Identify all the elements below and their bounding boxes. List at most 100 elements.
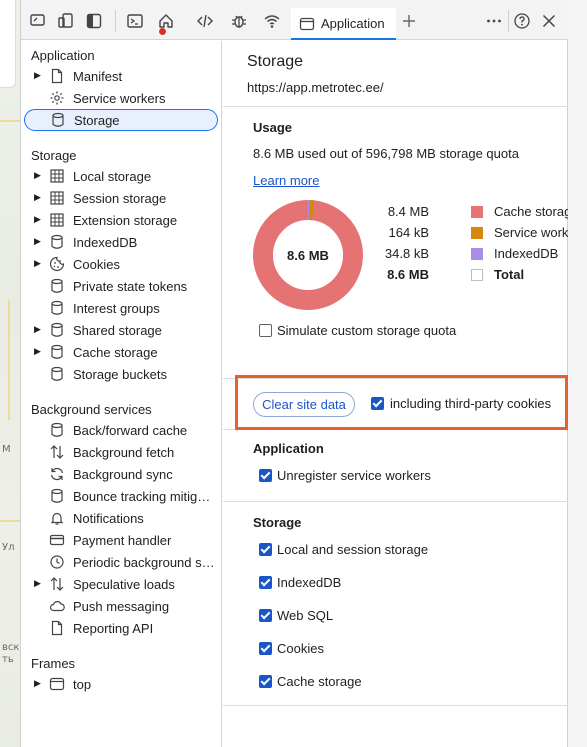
bug-icon[interactable] [230,12,248,30]
sidebar-item-shared-storage[interactable]: ▶ Shared storage [21,319,221,341]
grid-icon [49,212,65,228]
usage-title: Usage [253,120,293,135]
database-icon [49,488,65,504]
clear-local-and-session-storage-checkbox[interactable] [259,543,272,556]
sidebar-item-notifications[interactable]: Notifications [21,507,221,529]
up-down-arrows-icon [49,444,65,460]
legend-name: Cache storage [494,204,579,219]
file-icon [49,620,65,636]
clear-indexeddb-label: IndexedDB [277,575,342,590]
sidebar-item-indexeddb[interactable]: ▶ IndexedDB [21,231,221,253]
sidebar-item-periodic-background-sync[interactable]: Periodic background sync [21,551,221,573]
sidebar-section-background-services: Background services [31,402,152,417]
expand-arrow-icon[interactable]: ▶ [34,70,41,81]
sidebar-item-top[interactable]: ▶ top [21,673,221,695]
tab-application[interactable]: Application [291,8,396,40]
map-road [0,520,20,522]
sidebar-item-storage[interactable]: Storage [24,109,218,131]
sidebar-item-cookies[interactable]: ▶ Cookies [21,253,221,275]
sidebar-item-label: Bounce tracking mitigations [73,489,215,504]
sidebar-item-label: Reporting API [73,621,154,636]
tab-application-label: Application [321,16,385,31]
map-background: M Ул вск ть [0,0,20,747]
expand-arrow-icon[interactable]: ▶ [34,170,41,181]
expand-arrow-icon[interactable]: ▶ [34,678,41,689]
clear-cache-storage-checkbox[interactable] [259,675,272,688]
learn-more-link[interactable]: Learn more [253,173,319,188]
new-tab-icon[interactable] [400,12,418,30]
sidebar-section-storage: Storage [31,148,77,163]
device-toolbar-icon[interactable] [29,12,47,30]
sidebar-item-reporting-api[interactable]: Reporting API [21,617,221,639]
sidebar-item-extension-storage[interactable]: ▶ Extension storage [21,209,221,231]
divider [223,106,569,107]
sidebar-item-local-storage[interactable]: ▶ Local storage [21,165,221,187]
legend-value: 164 kB [388,225,429,240]
device-mode-icon[interactable] [57,12,75,30]
expand-arrow-icon[interactable]: ▶ [34,346,41,357]
gear-icon [49,90,65,106]
page-edge [568,0,587,747]
clear-web-sql-label: Web SQL [277,608,334,623]
database-icon [49,366,65,382]
simulate-quota-checkbox[interactable] [259,324,272,337]
sidebar-item-push-messaging[interactable]: Push messaging [21,595,221,617]
database-icon [49,344,65,360]
more-icon[interactable] [485,12,503,30]
dock-side-icon[interactable] [85,12,103,30]
expand-arrow-icon[interactable]: ▶ [34,192,41,203]
simulate-quota-label: Simulate custom storage quota [277,323,457,338]
close-icon[interactable] [540,12,558,30]
sidebar-item-label: Background sync [73,467,173,482]
sidebar-item-label: top [73,677,92,692]
toolbar-divider [508,10,509,32]
sidebar-item-interest-groups[interactable]: Interest groups [21,297,221,319]
clock-icon [49,554,65,570]
help-icon[interactable] [513,12,531,30]
sidebar-item-private-state-tokens[interactable]: Private state tokens [21,275,221,297]
expand-arrow-icon[interactable]: ▶ [34,578,41,589]
legend-row-cache-storage: 8.4 MB Cache storage [388,202,579,222]
expand-arrow-icon[interactable]: ▶ [34,214,41,225]
legend-value: 8.6 MB [387,267,429,282]
unregister-service-workers-label: Unregister service workers [277,468,431,483]
expand-arrow-icon[interactable]: ▶ [34,236,41,247]
sidebar-item-service-workers[interactable]: Service workers [21,87,221,109]
clear-web-sql-checkbox[interactable] [259,609,272,622]
sources-icon[interactable] [196,12,214,30]
network-icon[interactable] [263,12,281,30]
clear-cookies-label: Cookies [277,641,324,656]
map-road [0,120,20,122]
sidebar-item-background-sync[interactable]: Background sync [21,463,221,485]
home-icon[interactable] [157,12,175,30]
legend-value: 34.8 kB [384,246,429,261]
sidebar-item-bounce-tracking-mitigations[interactable]: Bounce tracking mitigations [21,485,221,507]
sidebar-item-label: Storage [74,113,120,128]
sidebar-item-label: Back/forward cache [73,423,188,438]
sidebar-item-back-forward-cache[interactable]: Back/forward cache [21,419,221,441]
map-label: M [2,444,11,455]
toolbar-divider [115,10,116,32]
database-icon [49,278,65,294]
sidebar-item-payment-handler[interactable]: Payment handler [21,529,221,551]
console-icon[interactable] [126,12,144,30]
sidebar-item-speculative-loads[interactable]: ▶ Speculative loads [21,573,221,595]
expand-arrow-icon[interactable]: ▶ [34,258,41,269]
sidebar-item-label: Background fetch [73,445,175,460]
sidebar-item-label: Notifications [73,511,144,526]
sidebar-section-application: Application [31,48,95,63]
storage-section-title: Storage [253,515,302,530]
unregister-service-workers-checkbox[interactable] [259,469,272,482]
map-label: вск [2,642,20,653]
sidebar-item-storage-buckets[interactable]: Storage buckets [21,363,221,385]
sidebar-item-label: Extension storage [73,213,178,228]
sidebar-item-label: Cache storage [73,345,158,360]
sidebar-item-manifest[interactable]: ▶ Manifest [21,65,221,87]
sidebar-item-background-fetch[interactable]: Background fetch [21,441,221,463]
sidebar-item-cache-storage[interactable]: ▶ Cache storage [21,341,221,363]
clear-indexeddb-checkbox[interactable] [259,576,272,589]
clear-cookies-checkbox[interactable] [259,642,272,655]
expand-arrow-icon[interactable]: ▶ [34,324,41,335]
sidebar-item-session-storage[interactable]: ▶ Session storage [21,187,221,209]
legend-row-service-workers: 164 kB Service workers [389,223,587,243]
